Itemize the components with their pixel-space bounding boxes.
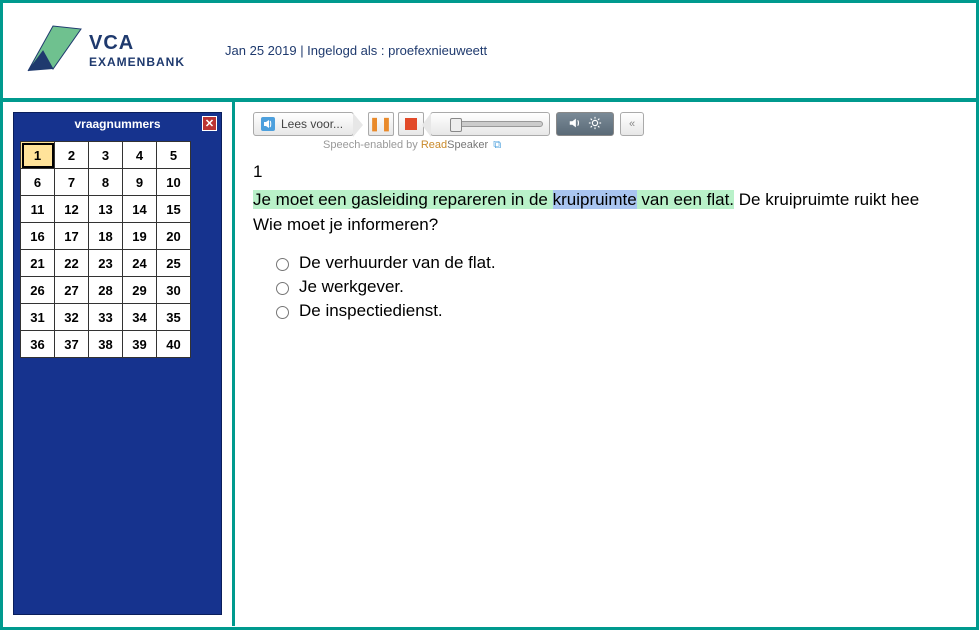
close-icon[interactable]: ✕: [202, 116, 217, 131]
question-cell-14[interactable]: 14: [123, 196, 157, 223]
audio-controls: [556, 112, 614, 136]
question-cell-9[interactable]: 9: [123, 169, 157, 196]
question-cell-15[interactable]: 15: [157, 196, 191, 223]
question-cell-4[interactable]: 4: [123, 142, 157, 169]
content: Lees voor... ❚❚ « Speech-en: [235, 102, 976, 626]
answer-option-3[interactable]: De inspectiedienst.: [271, 301, 976, 321]
question-cell-30[interactable]: 30: [157, 277, 191, 304]
header: VCA EXAMENBANK Jan 25 2019 | Ingelogd al…: [3, 3, 976, 98]
question-cell-20[interactable]: 20: [157, 223, 191, 250]
logo-text: VCA EXAMENBANK: [89, 32, 185, 69]
readspeaker-credit: Speech-enabled by ReadSpeaker ⧉: [323, 139, 976, 152]
question-cell-5[interactable]: 5: [157, 142, 191, 169]
panel-title-text: vraagnummers: [74, 117, 160, 131]
question-cell-33[interactable]: 33: [89, 304, 123, 331]
pause-button[interactable]: ❚❚: [368, 112, 394, 136]
question-cell-17[interactable]: 17: [55, 223, 89, 250]
question-cell-35[interactable]: 35: [157, 304, 191, 331]
question-cell-1[interactable]: 1: [21, 142, 55, 169]
question-cell-11[interactable]: 11: [21, 196, 55, 223]
question-cell-12[interactable]: 12: [55, 196, 89, 223]
question-cell-28[interactable]: 28: [89, 277, 123, 304]
progress-handle[interactable]: [450, 118, 462, 132]
answer-radio-2[interactable]: [276, 282, 289, 295]
answer-radio-3[interactable]: [276, 306, 289, 319]
sidebar: vraagnummers ✕ 1234567891011121314151617…: [3, 102, 235, 626]
answer-options: De verhuurder van de flat. Je werkgever. D…: [253, 253, 976, 321]
question-text: Je moet een gasleiding repareren in de k…: [253, 188, 976, 237]
question-cell-24[interactable]: 24: [123, 250, 157, 277]
external-link-icon[interactable]: ⧉: [493, 139, 501, 151]
logo: VCA EXAMENBANK: [23, 21, 185, 81]
credit-speaker: Speaker: [447, 139, 488, 151]
question-cell-21[interactable]: 21: [21, 250, 55, 277]
stop-button[interactable]: [398, 112, 424, 136]
answer-radio-1[interactable]: [276, 258, 289, 271]
question-cell-37[interactable]: 37: [55, 331, 89, 358]
question-cell-36[interactable]: 36: [21, 331, 55, 358]
question-cell-2[interactable]: 2: [55, 142, 89, 169]
progress-slider[interactable]: [451, 121, 543, 127]
highlight-sentence: Je moet een gasleiding repareren in de k…: [253, 190, 734, 209]
hl-word: kruipruimte: [553, 190, 637, 209]
question-cell-8[interactable]: 8: [89, 169, 123, 196]
stop-icon: [405, 118, 417, 130]
question-cell-10[interactable]: 10: [157, 169, 191, 196]
panel-title: vraagnummers ✕: [14, 113, 221, 135]
question-cell-29[interactable]: 29: [123, 277, 157, 304]
login-status: Jan 25 2019 | Ingelogd als : proefexnieu…: [225, 43, 487, 58]
speaker-icon: [260, 116, 276, 132]
question-cell-32[interactable]: 32: [55, 304, 89, 331]
question-cell-25[interactable]: 25: [157, 250, 191, 277]
pause-icon: ❚❚: [369, 116, 393, 132]
question-cell-22[interactable]: 22: [55, 250, 89, 277]
listen-button[interactable]: Lees voor...: [253, 112, 354, 136]
app-frame: VCA EXAMENBANK Jan 25 2019 | Ingelogd al…: [0, 0, 979, 630]
hl-pre: Je moet een gasleiding repareren in de: [253, 190, 553, 209]
question-rest: De kruipruimte ruikt hee: [734, 190, 919, 209]
answer-label-1: De verhuurder van de flat.: [299, 253, 496, 273]
question-grid: 1234567891011121314151617181920212223242…: [20, 141, 191, 358]
logo-mark-icon: [23, 21, 83, 81]
question-cell-7[interactable]: 7: [55, 169, 89, 196]
question-cell-16[interactable]: 16: [21, 223, 55, 250]
question-cell-18[interactable]: 18: [89, 223, 123, 250]
question-cell-27[interactable]: 27: [55, 277, 89, 304]
collapse-button[interactable]: «: [620, 112, 644, 136]
question-cell-34[interactable]: 34: [123, 304, 157, 331]
question-cell-19[interactable]: 19: [123, 223, 157, 250]
question-number: 1: [253, 162, 976, 182]
question-line2: Wie moet je informeren?: [253, 215, 438, 234]
main: vraagnummers ✕ 1234567891011121314151617…: [3, 102, 976, 626]
hl-post: van een flat.: [637, 190, 734, 209]
answer-option-1[interactable]: De verhuurder van de flat.: [271, 253, 976, 273]
answer-label-3: De inspectiedienst.: [299, 301, 443, 321]
question-cell-26[interactable]: 26: [21, 277, 55, 304]
panel-footer-pad: [14, 364, 221, 614]
question-cell-23[interactable]: 23: [89, 250, 123, 277]
listen-label: Lees voor...: [281, 117, 343, 131]
readspeaker-toolbar: Lees voor... ❚❚ «: [253, 112, 976, 136]
question-cell-3[interactable]: 3: [89, 142, 123, 169]
question-cell-38[interactable]: 38: [89, 331, 123, 358]
question-number-panel: vraagnummers ✕ 1234567891011121314151617…: [13, 112, 222, 615]
logo-line2: EXAMENBANK: [89, 55, 185, 69]
answer-option-2[interactable]: Je werkgever.: [271, 277, 976, 297]
logo-line1: VCA: [89, 32, 185, 55]
progress-track[interactable]: [430, 112, 550, 136]
answer-label-2: Je werkgever.: [299, 277, 404, 297]
credit-read: Read: [421, 139, 447, 151]
settings-icon[interactable]: [588, 116, 602, 133]
question-cell-6[interactable]: 6: [21, 169, 55, 196]
credit-prefix: Speech-enabled by: [323, 139, 421, 151]
question-cell-39[interactable]: 39: [123, 331, 157, 358]
question-cell-40[interactable]: 40: [157, 331, 191, 358]
question-cell-31[interactable]: 31: [21, 304, 55, 331]
question-cell-13[interactable]: 13: [89, 196, 123, 223]
volume-icon[interactable]: [568, 116, 582, 133]
